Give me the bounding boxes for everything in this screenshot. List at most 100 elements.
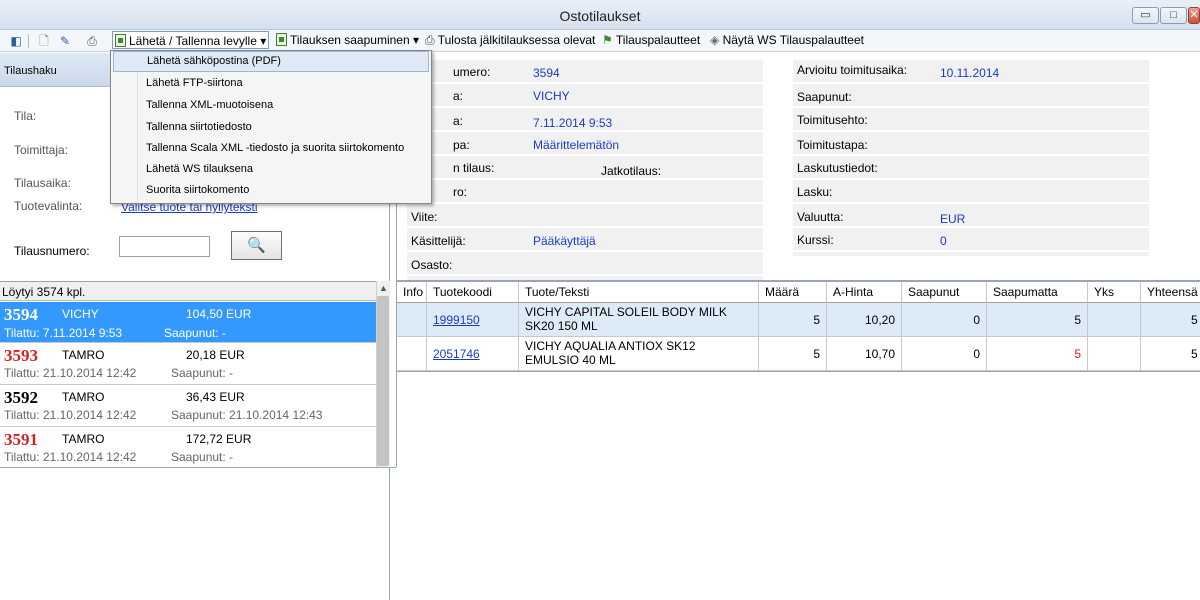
- grid-cell-qty[interactable]: 5: [759, 303, 827, 337]
- grid-cell-text[interactable]: VICHY CAPITAL SOLEIL BODY MILK SK20 150 …: [519, 303, 759, 337]
- order-field-label: n tilaus:: [453, 161, 495, 175]
- order-list-item[interactable]: 3592 TAMRO 36,43 EUR Tilattu: 21.10.2014…: [0, 386, 376, 427]
- ws-feedback-icon: ◈: [710, 33, 720, 47]
- order-date: Tilattu: 21.10.2014 12:42: [4, 366, 137, 380]
- menu-item-save-transfer-file[interactable]: Tallenna siirtotiedosto: [113, 117, 429, 138]
- menu-item-send-email-pdf[interactable]: Lähetä sähköpostina (PDF): [113, 51, 429, 72]
- currency-value: EUR: [940, 212, 966, 226]
- send-save-label: Lähetä / Tallenna levylle: [129, 34, 257, 48]
- grid-cell-total[interactable]: 5: [1141, 337, 1200, 371]
- edit-icon[interactable]: ✎: [57, 33, 73, 49]
- grid-cell-total[interactable]: 5: [1141, 303, 1200, 337]
- grid-header-qty[interactable]: Määrä: [759, 282, 827, 303]
- department-label: Osasto:: [411, 258, 453, 272]
- order-number: 3593: [4, 346, 38, 365]
- toolbar-separator: [28, 34, 29, 48]
- minimize-button[interactable]: ▭: [1132, 7, 1159, 24]
- order-list-item[interactable]: 3591 TAMRO 172,72 EUR Tilattu: 21.10.201…: [0, 428, 376, 469]
- grid-header-text[interactable]: Tuote/Teksti: [519, 282, 759, 303]
- grid-header-unit[interactable]: Yks: [1088, 282, 1141, 303]
- grid-cell-arrived[interactable]: 0: [902, 303, 987, 337]
- product-code-link[interactable]: 1999150: [427, 303, 519, 337]
- show-ws-feedback-label: Näytä WS Tilauspalautteet: [722, 33, 864, 47]
- menu-item-send-ws[interactable]: Lähetä WS tilauksena: [113, 159, 429, 180]
- order-date: Tilattu: 21.10.2014 12:42: [4, 408, 137, 422]
- show-ws-feedback-button[interactable]: ◈ Näytä WS Tilauspalautteet: [708, 31, 866, 49]
- scroll-up-icon[interactable]: ▲: [379, 283, 388, 293]
- grid-header-pending[interactable]: Saapumatta: [987, 282, 1088, 303]
- grid-cell-price[interactable]: 10,70: [827, 337, 902, 371]
- grid-cell-qty[interactable]: 5: [759, 337, 827, 371]
- handler-value: Pääkäyttäjä: [533, 234, 596, 248]
- currency-label: Valuutta:: [797, 210, 844, 224]
- grid-cell-unit[interactable]: [1088, 303, 1141, 337]
- printer-icon: ⎙: [425, 33, 435, 47]
- product-code-link[interactable]: 2051746: [427, 337, 519, 371]
- ro-field-label: ro:: [453, 185, 468, 199]
- grid-cell-price[interactable]: 10,20: [827, 303, 902, 337]
- billing-info-label: Laskutustiedot:: [797, 161, 878, 175]
- scrollbar-thumb[interactable]: [377, 296, 389, 466]
- grid-cell-unit[interactable]: [1088, 337, 1141, 371]
- order-number-field-label: umero:: [453, 65, 491, 79]
- grid-cell-pending[interactable]: 5: [987, 303, 1088, 337]
- order-supplier: TAMRO: [62, 432, 105, 446]
- order-time-label: Tilausaika:: [14, 176, 71, 190]
- print-backorder-button[interactable]: ⎙ Tulosta jälkitilauksessa olevat: [423, 31, 597, 49]
- order-received: Saapunut: -: [164, 326, 227, 340]
- exit-icon[interactable]: ◧: [8, 33, 24, 49]
- order-list-item[interactable]: 3594 VICHY 104,50 EUR Tilattu: 7.11.2014…: [0, 302, 376, 343]
- followup-order-label: Jatkotilaus:: [601, 164, 662, 178]
- arrived-label: Saapunut:: [797, 90, 852, 104]
- order-amount: 104,50 EUR: [186, 307, 252, 321]
- new-document-icon[interactable]: 🗋: [36, 33, 52, 49]
- arrival-document-icon: [276, 33, 287, 46]
- invoice-label: Lasku:: [797, 185, 833, 199]
- grid-cell-info[interactable]: [397, 337, 427, 371]
- order-number-value: 3594: [533, 66, 560, 80]
- menu-item-save-xml[interactable]: Tallenna XML-muotoisena: [113, 95, 429, 116]
- order-type-field-label: pa:: [453, 138, 470, 152]
- results-count: Löytyi 3574 kpl.: [0, 281, 376, 301]
- order-supplier: VICHY: [62, 307, 99, 321]
- order-feedback-label: Tilauspalautteet: [615, 33, 701, 47]
- order-supplier: TAMRO: [62, 390, 105, 404]
- order-time-field-label: a:: [453, 114, 464, 128]
- grid-cell-pending[interactable]: 5: [987, 337, 1088, 371]
- menu-item-send-ftp[interactable]: Lähetä FTP-siirtona: [113, 73, 429, 94]
- grid-header-price[interactable]: A-Hinta: [827, 282, 902, 303]
- menu-item-run-transfer[interactable]: Suorita siirtokomento: [113, 180, 429, 201]
- order-arrival-button[interactable]: Tilauksen saapuminen ▾: [274, 31, 421, 49]
- grid-cell-arrived[interactable]: 0: [902, 337, 987, 371]
- close-button[interactable]: ✕: [1188, 7, 1200, 24]
- grid-bottom-border: [396, 371, 1200, 372]
- order-number-input[interactable]: [119, 236, 210, 257]
- handler-label: Käsittelijä:: [411, 234, 466, 248]
- printer-icon[interactable]: ⎙: [84, 33, 100, 49]
- send-save-dropdown-button[interactable]: Lähetä / Tallenna levylle ▾: [112, 31, 269, 49]
- grid-header-info[interactable]: Info: [397, 282, 427, 303]
- grid-cell-info[interactable]: [397, 303, 427, 337]
- reference-label: Viite:: [411, 210, 438, 224]
- order-type-value: Määrittelemätön: [533, 138, 620, 152]
- order-search-title: Tilaushaku: [4, 65, 57, 77]
- order-arrival-label: Tilauksen saapuminen: [290, 33, 410, 47]
- maximize-button[interactable]: □: [1160, 7, 1187, 24]
- delivery-terms-label: Toimitusehto:: [797, 113, 868, 127]
- grid-header-code[interactable]: Tuotekoodi: [427, 282, 519, 303]
- order-list-item[interactable]: 3593 TAMRO 20,18 EUR Tilattu: 21.10.2014…: [0, 344, 376, 385]
- grid-header-arrived[interactable]: Saapunut: [902, 282, 987, 303]
- est-delivery-value: 10.11.2014: [940, 66, 1000, 80]
- grid-header-total[interactable]: Yhteensä: [1141, 282, 1200, 303]
- order-amount: 36,43 EUR: [186, 390, 245, 404]
- order-number: 3594: [4, 305, 38, 324]
- print-backorder-label: Tulosta jälkitilauksessa olevat: [437, 33, 596, 47]
- status-label: Tila:: [14, 109, 37, 123]
- order-received: Saapunut: -: [171, 366, 234, 380]
- search-button[interactable]: 🔍: [231, 231, 282, 260]
- order-number: 3592: [4, 388, 38, 407]
- order-feedback-button[interactable]: ⚑ Tilauspalautteet: [600, 31, 702, 49]
- supplier-field-label: a:: [453, 89, 464, 103]
- menu-item-save-scala-xml[interactable]: Tallenna Scala XML -tiedosto ja suorita …: [113, 138, 429, 159]
- grid-cell-text[interactable]: VICHY AQUALIA ANTIOX SK12 EMULSIO 40 ML: [519, 337, 759, 371]
